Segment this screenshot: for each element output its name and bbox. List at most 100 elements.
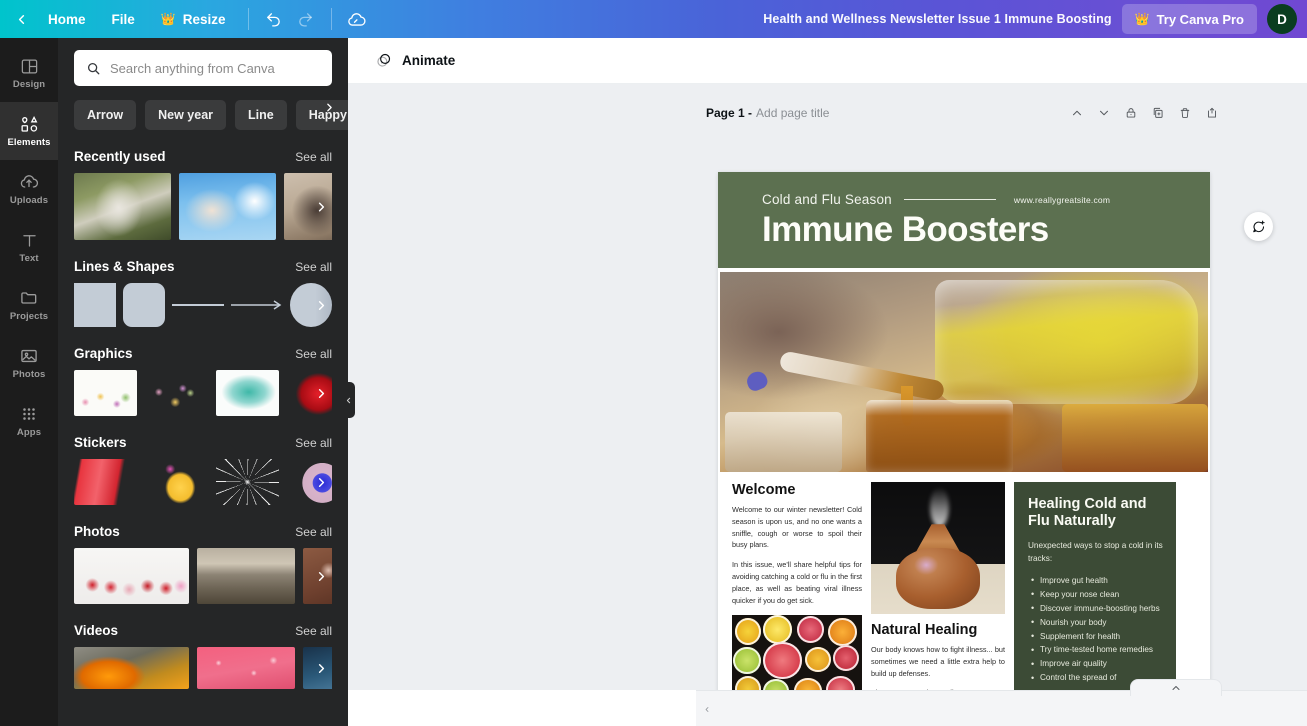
shape-line[interactable]: [172, 283, 224, 327]
row-scroll-right-icon[interactable]: [310, 283, 332, 327]
citrus-slice: [733, 646, 761, 674]
natural-healing-paragraph-1[interactable]: Our body knows how to fight illness... b…: [871, 644, 1005, 679]
see-all-link[interactable]: See all: [295, 260, 332, 274]
trash-icon[interactable]: [1172, 102, 1197, 124]
top-toolbar: Home File 👑 Resize Health and Wellness N: [0, 0, 1307, 38]
sidebar-item-projects[interactable]: Projects: [0, 276, 58, 334]
see-all-link[interactable]: See all: [295, 525, 332, 539]
chip-arrow[interactable]: Arrow: [74, 100, 137, 130]
design-icon: [18, 56, 40, 76]
home-label: Home: [48, 11, 86, 27]
row-scroll-right-icon[interactable]: [310, 647, 332, 689]
sidebar-item-design[interactable]: Design: [0, 44, 58, 102]
video-pink-droplets[interactable]: [197, 647, 295, 689]
citrus-slice: [763, 641, 803, 680]
see-all-link[interactable]: See all: [295, 347, 332, 361]
expand-pages-panel-button[interactable]: [1129, 679, 1222, 696]
add-page-icon[interactable]: [1199, 102, 1224, 124]
canvas-viewport[interactable]: Page 1 - Add page title Cold and Flu Sea…: [348, 84, 1307, 690]
sidebar-item-uploads[interactable]: Uploads: [0, 160, 58, 218]
photos-row: [74, 548, 332, 604]
resize-button[interactable]: 👑 Resize: [148, 4, 239, 34]
sidebar-item-text[interactable]: Text: [0, 218, 58, 276]
undo-icon[interactable]: [258, 4, 290, 34]
video-orange-flower[interactable]: [74, 647, 189, 689]
hero-jar-left-shape: [724, 412, 842, 472]
diffuser-body-shape: [896, 548, 980, 609]
add-page-title-input[interactable]: Add page title: [756, 106, 829, 120]
sticker-sparkle[interactable]: [216, 459, 279, 505]
sticker-valentines-banner[interactable]: [74, 459, 137, 505]
list-item: Supplement for health: [1028, 630, 1164, 644]
shape-square[interactable]: [74, 283, 116, 327]
welcome-paragraph-1[interactable]: Welcome to our winter newsletter! Cold s…: [732, 504, 862, 551]
chips-scroll-right-icon[interactable]: [320, 92, 338, 122]
graphic-wildflowers[interactable]: [74, 370, 137, 416]
list-item: Keep your nose clean: [1028, 588, 1164, 602]
apps-grid-icon: [18, 404, 40, 424]
diffuser-image[interactable]: [871, 482, 1005, 614]
row-scroll-right-icon[interactable]: [310, 548, 332, 604]
section-header: Photos See all: [74, 524, 332, 539]
home-button[interactable]: Home: [35, 4, 99, 34]
newsletter-header[interactable]: Cold and Flu Season www.reallygreatsite.…: [718, 172, 1210, 268]
back-icon[interactable]: [12, 12, 35, 27]
row-scroll-right-icon[interactable]: [310, 459, 332, 505]
hero-image-honey[interactable]: [720, 272, 1208, 472]
see-all-link[interactable]: See all: [295, 624, 332, 638]
redo-icon[interactable]: [290, 4, 322, 34]
shape-arrow[interactable]: [231, 283, 283, 327]
chevron-up-icon[interactable]: [1064, 102, 1089, 124]
try-canva-pro-button[interactable]: 👑 Try Canva Pro: [1121, 4, 1257, 34]
cloud-saved-icon[interactable]: [341, 4, 373, 34]
natural-healing-heading[interactable]: Natural Healing: [871, 622, 1005, 638]
thumbnail-item[interactable]: [74, 173, 171, 240]
file-menu-button[interactable]: File: [99, 4, 148, 34]
photo-classroom[interactable]: [197, 548, 295, 604]
animate-button[interactable]: Animate: [364, 45, 465, 77]
welcome-paragraph-2[interactable]: In this issue, we'll share helpful tips …: [732, 559, 862, 606]
sidebar-item-label: Apps: [16, 427, 42, 438]
chip-label: Arrow: [87, 108, 124, 122]
graphic-watercolor-teal[interactable]: [216, 370, 279, 416]
page-tools: [1064, 102, 1224, 124]
avatar[interactable]: D: [1267, 4, 1297, 34]
photo-hanging-hearts[interactable]: [74, 548, 189, 604]
projects-folder-icon: [18, 288, 40, 308]
search-box[interactable]: [74, 50, 332, 86]
graphic-floral-wreath[interactable]: [145, 370, 208, 416]
lock-icon[interactable]: [1118, 102, 1143, 124]
search-icon: [86, 61, 101, 76]
section-stickers: Stickers See all: [58, 435, 348, 505]
add-comment-button[interactable]: [1244, 212, 1273, 241]
animate-label: Animate: [402, 53, 456, 68]
sidebar-item-apps[interactable]: Apps: [0, 392, 58, 450]
citrus-image[interactable]: [732, 614, 862, 690]
graphics-row: [74, 370, 332, 416]
chevron-down-icon[interactable]: [1091, 102, 1116, 124]
file-label: File: [111, 11, 135, 27]
healing-naturally-box[interactable]: Healing Cold and Flu Naturally Unexpecte…: [1014, 482, 1176, 690]
welcome-heading[interactable]: Welcome: [732, 482, 862, 498]
duplicate-icon[interactable]: [1145, 102, 1170, 124]
row-scroll-right-icon[interactable]: [310, 370, 332, 416]
sidebar-item-photos[interactable]: Photos: [0, 334, 58, 392]
design-page-1[interactable]: Cold and Flu Season www.reallygreatsite.…: [718, 172, 1210, 690]
sticker-pointing-hand[interactable]: [145, 459, 208, 505]
header-divider-rule: [903, 199, 996, 200]
shape-rounded-square[interactable]: [123, 283, 165, 327]
bottom-bar: [696, 679, 1307, 726]
chip-line[interactable]: Line: [235, 100, 287, 130]
sidebar-item-elements[interactable]: Elements: [0, 102, 58, 160]
search-input[interactable]: [110, 60, 320, 76]
chip-new-year[interactable]: New year: [145, 100, 227, 130]
bottom-left-collapse-icon[interactable]: [702, 701, 712, 717]
citrus-slice: [734, 675, 761, 690]
row-scroll-right-icon[interactable]: [310, 173, 332, 240]
see-all-link[interactable]: See all: [295, 436, 332, 450]
document-title[interactable]: Health and Wellness Newsletter Issue 1 I…: [763, 12, 1111, 26]
collapse-panel-handle[interactable]: [341, 382, 355, 418]
thumbnail-item[interactable]: [179, 173, 276, 240]
section-header: Recently used See all: [74, 149, 332, 164]
see-all-link[interactable]: See all: [295, 150, 332, 164]
